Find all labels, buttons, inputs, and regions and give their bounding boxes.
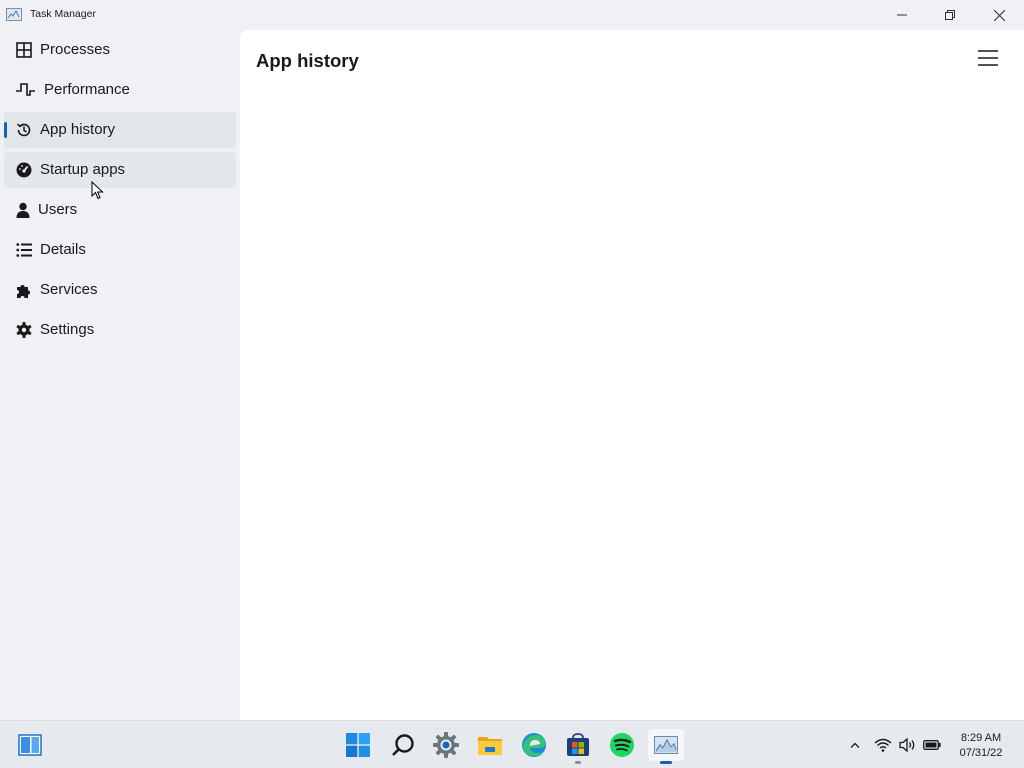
title-bar: Task Manager bbox=[0, 0, 1024, 30]
taskbar bbox=[0, 720, 1024, 768]
sidebar-item-startup-apps[interactable]: Startup apps bbox=[4, 152, 236, 188]
puzzle-icon bbox=[16, 282, 32, 298]
pulse-icon bbox=[16, 82, 35, 98]
sidebar-item-processes[interactable]: Processes bbox=[4, 32, 236, 68]
settings-app-icon bbox=[433, 732, 459, 758]
sidebar-item-services[interactable]: Services bbox=[4, 272, 236, 308]
battery-icon bbox=[923, 740, 941, 750]
history-icon bbox=[16, 122, 32, 138]
edge-icon bbox=[522, 733, 546, 757]
sidebar: Processes Performance App history Startu… bbox=[0, 30, 240, 720]
gear-icon bbox=[16, 322, 32, 338]
list-icon bbox=[16, 242, 32, 258]
sidebar-item-label: Settings bbox=[40, 321, 95, 338]
sidebar-item-label: Users bbox=[38, 201, 78, 218]
gauge-icon bbox=[16, 162, 32, 178]
minimize-button[interactable] bbox=[878, 0, 926, 30]
sidebar-item-label: App history bbox=[40, 121, 116, 138]
hamburger-menu-icon bbox=[978, 50, 998, 66]
spotify-icon bbox=[610, 733, 634, 757]
running-indicator bbox=[575, 761, 581, 764]
restore-button[interactable] bbox=[926, 0, 974, 30]
grid-icon bbox=[16, 42, 32, 58]
menu-button[interactable] bbox=[978, 50, 1006, 70]
widgets-icon bbox=[18, 734, 42, 756]
wifi-icon bbox=[874, 738, 892, 752]
user-icon bbox=[16, 202, 32, 218]
minimize-icon bbox=[897, 14, 907, 16]
start-button[interactable] bbox=[342, 729, 374, 761]
mouse-cursor-icon bbox=[91, 180, 104, 205]
selection-indicator bbox=[4, 122, 7, 138]
restore-icon bbox=[945, 10, 955, 20]
sidebar-item-label: Details bbox=[40, 241, 86, 258]
volume-button[interactable] bbox=[898, 737, 918, 753]
store-icon bbox=[567, 733, 589, 756]
sidebar-item-users[interactable]: Users bbox=[4, 192, 236, 228]
chevron-up-icon bbox=[850, 742, 860, 748]
task-manager-taskbar-button[interactable] bbox=[648, 729, 684, 764]
widgets-button[interactable] bbox=[14, 729, 46, 761]
sidebar-item-settings[interactable]: Settings bbox=[4, 312, 236, 348]
clock-time: 8:29 AM bbox=[960, 732, 1002, 744]
close-button[interactable] bbox=[975, 0, 1023, 30]
volume-icon bbox=[899, 738, 915, 752]
sidebar-item-label: Processes bbox=[40, 41, 111, 58]
main-content: App history bbox=[240, 30, 1024, 720]
sidebar-item-label: Performance bbox=[44, 81, 130, 98]
spotify-button[interactable] bbox=[606, 729, 638, 761]
network-button[interactable] bbox=[873, 737, 893, 753]
task-manager-app-icon bbox=[654, 736, 678, 754]
file-explorer-icon bbox=[478, 737, 502, 755]
taskbar-clock[interactable]: 8:29 AM 07/31/22 bbox=[950, 731, 1012, 761]
sidebar-item-app-history[interactable]: App history bbox=[4, 112, 236, 148]
close-icon bbox=[993, 9, 1005, 21]
edge-button[interactable] bbox=[518, 729, 550, 761]
settings-app-button[interactable] bbox=[430, 729, 462, 761]
sidebar-item-performance[interactable]: Performance bbox=[4, 72, 236, 108]
task-manager-icon bbox=[6, 8, 22, 21]
active-app-indicator bbox=[660, 761, 672, 764]
page-title: App history bbox=[256, 50, 359, 71]
battery-button[interactable] bbox=[922, 737, 942, 753]
search-button[interactable] bbox=[387, 729, 419, 761]
search-icon bbox=[392, 734, 414, 756]
sidebar-item-label: Services bbox=[40, 281, 98, 298]
sidebar-item-details[interactable]: Details bbox=[4, 232, 236, 268]
window-title: Task Manager bbox=[30, 8, 96, 20]
clock-date: 07/31/22 bbox=[959, 747, 1003, 759]
show-hidden-icons-button[interactable] bbox=[845, 737, 865, 753]
start-icon bbox=[346, 733, 370, 757]
store-button[interactable] bbox=[562, 729, 594, 764]
sidebar-item-label: Startup apps bbox=[40, 161, 126, 178]
file-explorer-button[interactable] bbox=[474, 729, 506, 761]
